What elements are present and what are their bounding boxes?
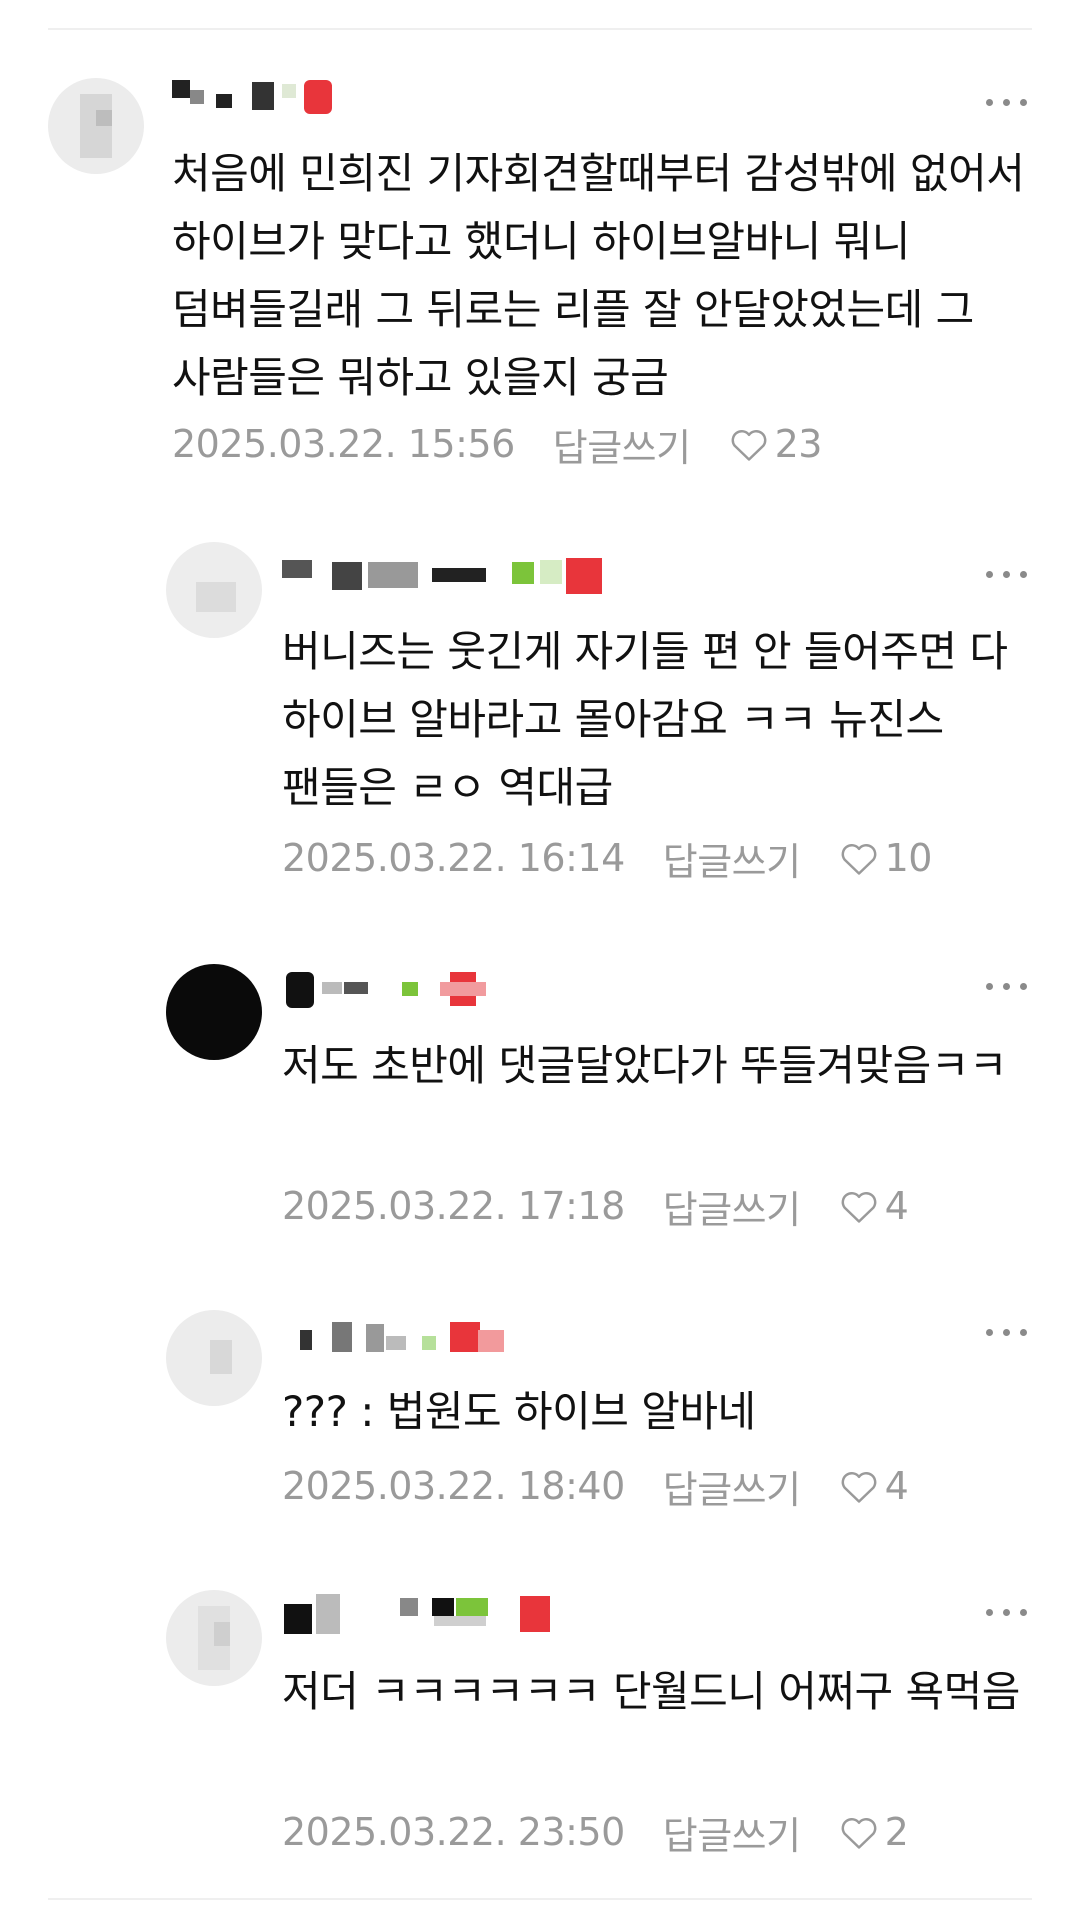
username[interactable] [282, 1316, 522, 1360]
reply-button[interactable]: 답글쓰기 [553, 417, 691, 472]
comment-text: 처음에 민희진 기자회견할때부터 감성밖에 없어서 하이브가 맞다고 했더니 하… [172, 149, 1025, 402]
avatar[interactable] [166, 1310, 262, 1406]
like-count: 2 [884, 1810, 909, 1854]
comment-date: 2025.03.22. 16:14 [282, 836, 625, 880]
reply-button[interactable]: 답글쓰기 [663, 831, 801, 886]
heart-icon [841, 1472, 876, 1503]
comment-meta: 2025.03.22. 18:40 답글쓰기 4 [282, 1456, 909, 1516]
comment-text: 저도 초반에 댓글달았다가 뚜들겨맞음ㅋㅋ [282, 1041, 1008, 1090]
comment-text: 버니즈는 웃긴게 자기들 편 안 들어주면 다 하이브 알바라고 몰아감요 ㅋㅋ… [282, 627, 1008, 812]
more-options-icon[interactable] [982, 554, 1032, 594]
reply-button[interactable]: 답글쓰기 [663, 1805, 801, 1860]
like-count: 23 [774, 422, 823, 466]
avatar[interactable] [166, 542, 262, 638]
bottom-divider [48, 1898, 1032, 1900]
avatar[interactable] [166, 964, 262, 1060]
more-options-icon[interactable] [982, 1592, 1032, 1632]
comment-date: 2025.03.22. 18:40 [282, 1464, 625, 1508]
username[interactable] [282, 556, 622, 600]
comment-meta: 2025.03.22. 23:50 답글쓰기 2 [282, 1802, 909, 1862]
username[interactable] [282, 1594, 562, 1638]
more-options-icon[interactable] [982, 82, 1032, 122]
like-button[interactable]: 10 [839, 836, 932, 880]
like-button[interactable]: 4 [839, 1464, 909, 1508]
heart-icon [841, 1818, 876, 1849]
comment-date: 2025.03.22. 17:18 [282, 1184, 625, 1228]
comment-text: ??? : 법원도 하이브 알바네 [282, 1387, 756, 1436]
like-button[interactable]: 2 [839, 1810, 909, 1854]
username[interactable] [172, 78, 372, 122]
more-options-icon[interactable] [982, 966, 1032, 1006]
like-count: 4 [884, 1464, 909, 1508]
reply-button[interactable]: 답글쓰기 [663, 1459, 801, 1514]
like-count: 4 [884, 1184, 909, 1228]
comment-meta: 2025.03.22. 15:56 답글쓰기 23 [172, 414, 822, 474]
like-button[interactable]: 23 [729, 422, 822, 466]
reply-button[interactable]: 답글쓰기 [663, 1179, 801, 1234]
like-button[interactable]: 4 [839, 1184, 909, 1228]
like-count: 10 [884, 836, 933, 880]
avatar[interactable] [166, 1590, 262, 1686]
comment-meta: 2025.03.22. 17:18 답글쓰기 4 [282, 1176, 909, 1236]
more-options-icon[interactable] [982, 1312, 1032, 1352]
comment-date: 2025.03.22. 23:50 [282, 1810, 625, 1854]
top-divider [48, 28, 1032, 30]
username[interactable] [282, 968, 502, 1012]
avatar[interactable] [48, 78, 144, 174]
comment-meta: 2025.03.22. 16:14 답글쓰기 10 [282, 828, 932, 888]
comment-text: 저더 ㅋㅋㅋㅋㅋㅋ 단월드니 어쩌구 욕먹음 [282, 1667, 1020, 1716]
heart-icon [841, 844, 876, 875]
comment-date: 2025.03.22. 15:56 [172, 422, 515, 466]
heart-icon [841, 1192, 876, 1223]
heart-icon [731, 430, 766, 461]
